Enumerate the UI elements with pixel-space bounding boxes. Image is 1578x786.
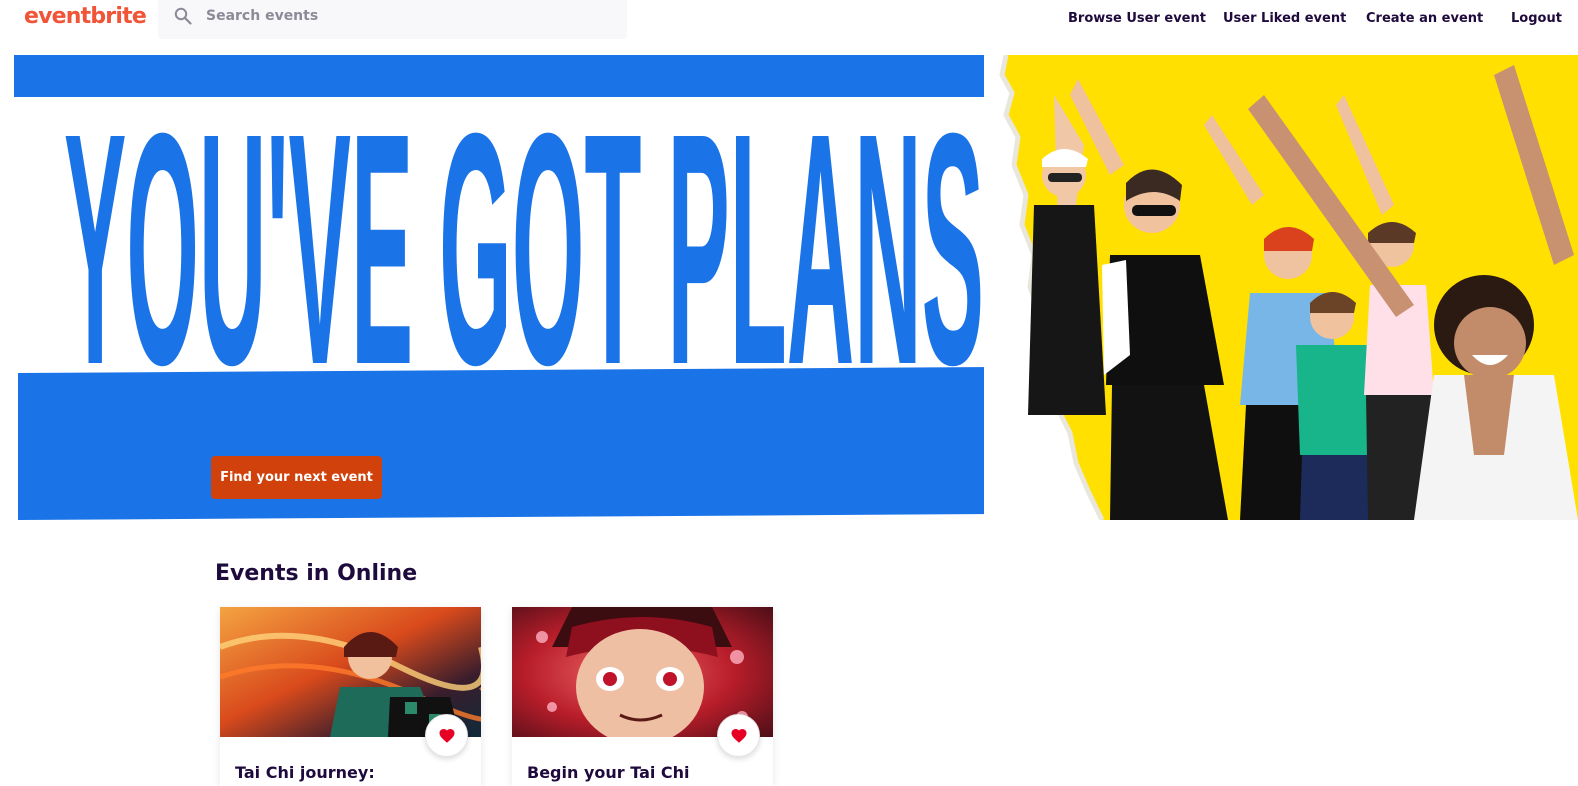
hero-headline: YOU'VE GOT PLANS (64, 89, 984, 379)
eventbrite-logo[interactable]: eventbrite (24, 4, 147, 29)
search-input[interactable] (206, 4, 606, 28)
hero-banner: YOU'VE GOT PLANS Find your next event (14, 55, 1578, 520)
nav-browse-user-event[interactable]: Browse User event (1068, 11, 1206, 26)
like-button[interactable] (717, 714, 760, 757)
search-icon (174, 7, 192, 25)
top-navigation-bar: eventbrite Browse User event User Liked … (0, 0, 1578, 48)
events-section-title: Events in Online (215, 561, 418, 586)
search-bar[interactable] (158, 0, 627, 39)
nav-create-event[interactable]: Create an event (1366, 11, 1483, 26)
event-card-title[interactable]: Begin your Tai Chi (527, 763, 690, 782)
hero-headline-text: YOU'VE GOT PLANS (64, 89, 984, 379)
heart-icon (439, 728, 455, 743)
dancing-people-photo (1028, 65, 1578, 520)
event-card[interactable]: Begin your Tai Chi (512, 607, 773, 786)
event-card-title[interactable]: Tai Chi journey: (235, 763, 375, 782)
nav-logout[interactable]: Logout (1511, 11, 1562, 26)
nav-user-liked-event[interactable]: User Liked event (1223, 11, 1346, 26)
find-next-event-button[interactable]: Find your next event (211, 456, 382, 499)
heart-icon (731, 728, 747, 743)
event-card[interactable]: Tai Chi journey: (220, 607, 481, 786)
like-button[interactable] (425, 714, 468, 757)
hero-blue-band-bottom (18, 366, 1128, 520)
